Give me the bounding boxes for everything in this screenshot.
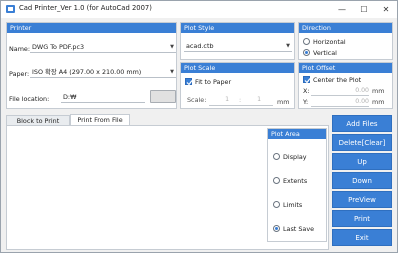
file-location-input[interactable]: D:₩	[61, 91, 145, 103]
exit-button[interactable]: Exit	[332, 229, 392, 246]
plot-style-header: Plot Style	[181, 23, 294, 33]
horizontal-label: Horizontal	[313, 38, 346, 46]
printer-panel: Printer Name: DWG To PDF.pc3 ▼ Paper: IS…	[6, 22, 177, 109]
display-radio[interactable]	[273, 153, 280, 160]
direction-panel: Direction Horizontal Vertical	[298, 22, 393, 60]
fit-to-paper-label: Fit to Paper	[195, 78, 232, 86]
horizontal-radio[interactable]	[303, 38, 310, 45]
check-icon	[304, 78, 311, 84]
fit-to-paper-checkbox[interactable]	[185, 78, 193, 86]
printer-header: Printer	[7, 23, 176, 33]
paper-value: ISO 확장 A4 (297.00 x 210.00 mm)	[32, 68, 142, 76]
display-label: Display	[283, 153, 307, 161]
limits-label: Limits	[283, 201, 303, 209]
close-icon: ✕	[382, 5, 390, 14]
center-plot-checkbox[interactable]	[303, 76, 311, 84]
offset-y-underline	[311, 106, 369, 107]
delete-clear-button[interactable]: Delete[Clear]	[332, 134, 392, 151]
add-files-button[interactable]: Add Files	[332, 115, 392, 132]
app-icon	[6, 5, 15, 13]
offset-y-unit: mm	[372, 98, 385, 106]
printer-name-value: DWG To PDF.pc3	[32, 43, 85, 51]
chevron-down-icon: ▼	[170, 69, 174, 75]
up-button[interactable]: Up	[332, 153, 392, 170]
extents-label: Extents	[283, 177, 308, 185]
limits-radio[interactable]	[273, 201, 280, 208]
scale-separator: :	[239, 96, 242, 104]
vertical-radio[interactable]	[303, 49, 310, 56]
last-save-label: Last Save	[283, 225, 315, 233]
plot-offset-header: Plot Offset	[299, 63, 392, 73]
plot-scale-header: Plot Scale	[181, 63, 294, 73]
down-button[interactable]: Down	[332, 172, 392, 189]
check-icon	[186, 80, 193, 86]
plot-area-header: Plot Area	[268, 129, 326, 139]
paper-select[interactable]: ISO 확장 A4 (297.00 x 210.00 mm) ▼	[30, 66, 176, 78]
offset-x-input[interactable]: 0.00	[311, 87, 369, 94]
printer-name-select[interactable]: DWG To PDF.pc3 ▼	[30, 41, 176, 53]
offset-x-label: X:	[303, 87, 310, 95]
app-window: Cad Printer_Ver 1.0 (for AutoCad 2007) —…	[0, 0, 398, 253]
title-bar: Cad Printer_Ver 1.0 (for AutoCad 2007) —…	[1, 1, 397, 18]
scale-unit: mm	[277, 98, 290, 106]
preview-button[interactable]: PreView	[332, 191, 392, 208]
chevron-down-icon: ▼	[286, 43, 290, 49]
vertical-label: Vertical	[313, 49, 337, 57]
print-button[interactable]: Print	[332, 210, 392, 227]
plot-style-value: acad.ctb	[186, 42, 214, 50]
offset-y-input[interactable]: 0.00	[311, 98, 369, 105]
plot-style-panel: Plot Style acad.ctb ▼	[180, 22, 295, 60]
scale-denominator[interactable]: 1	[243, 96, 261, 103]
printer-name-label: Name:	[9, 45, 31, 53]
scale-underline	[209, 105, 273, 106]
last-save-radio[interactable]	[273, 225, 280, 232]
file-location-label: File location:	[9, 95, 50, 103]
paper-label: Paper:	[9, 70, 30, 78]
direction-header: Direction	[299, 23, 392, 33]
offset-y-label: Y:	[303, 98, 309, 106]
plot-area-panel: Plot Area Display Extents Limits Last Sa…	[267, 128, 327, 242]
plot-style-select[interactable]: acad.ctb ▼	[184, 40, 292, 52]
scale-numerator[interactable]: 1	[211, 96, 229, 103]
window-title: Cad Printer_Ver 1.0 (for AutoCad 2007)	[19, 4, 152, 12]
browse-button[interactable]	[150, 90, 176, 103]
maximize-icon: ☐	[360, 5, 368, 14]
center-plot-label: Center the Plot	[313, 76, 362, 84]
extents-radio[interactable]	[273, 177, 280, 184]
maximize-button[interactable]: ☐	[353, 1, 375, 18]
chevron-down-icon: ▼	[170, 44, 174, 50]
plot-scale-panel: Plot Scale Fit to Paper Scale: 1 : 1 mm	[180, 62, 295, 109]
scale-label: Scale:	[187, 96, 207, 104]
close-button[interactable]: ✕	[375, 1, 397, 18]
offset-x-underline	[311, 95, 369, 96]
minimize-button[interactable]: —	[331, 1, 353, 18]
minimize-icon: —	[338, 5, 346, 14]
plot-offset-panel: Plot Offset Center the Plot X: 0.00 mm Y…	[298, 62, 393, 109]
offset-x-unit: mm	[372, 87, 385, 95]
